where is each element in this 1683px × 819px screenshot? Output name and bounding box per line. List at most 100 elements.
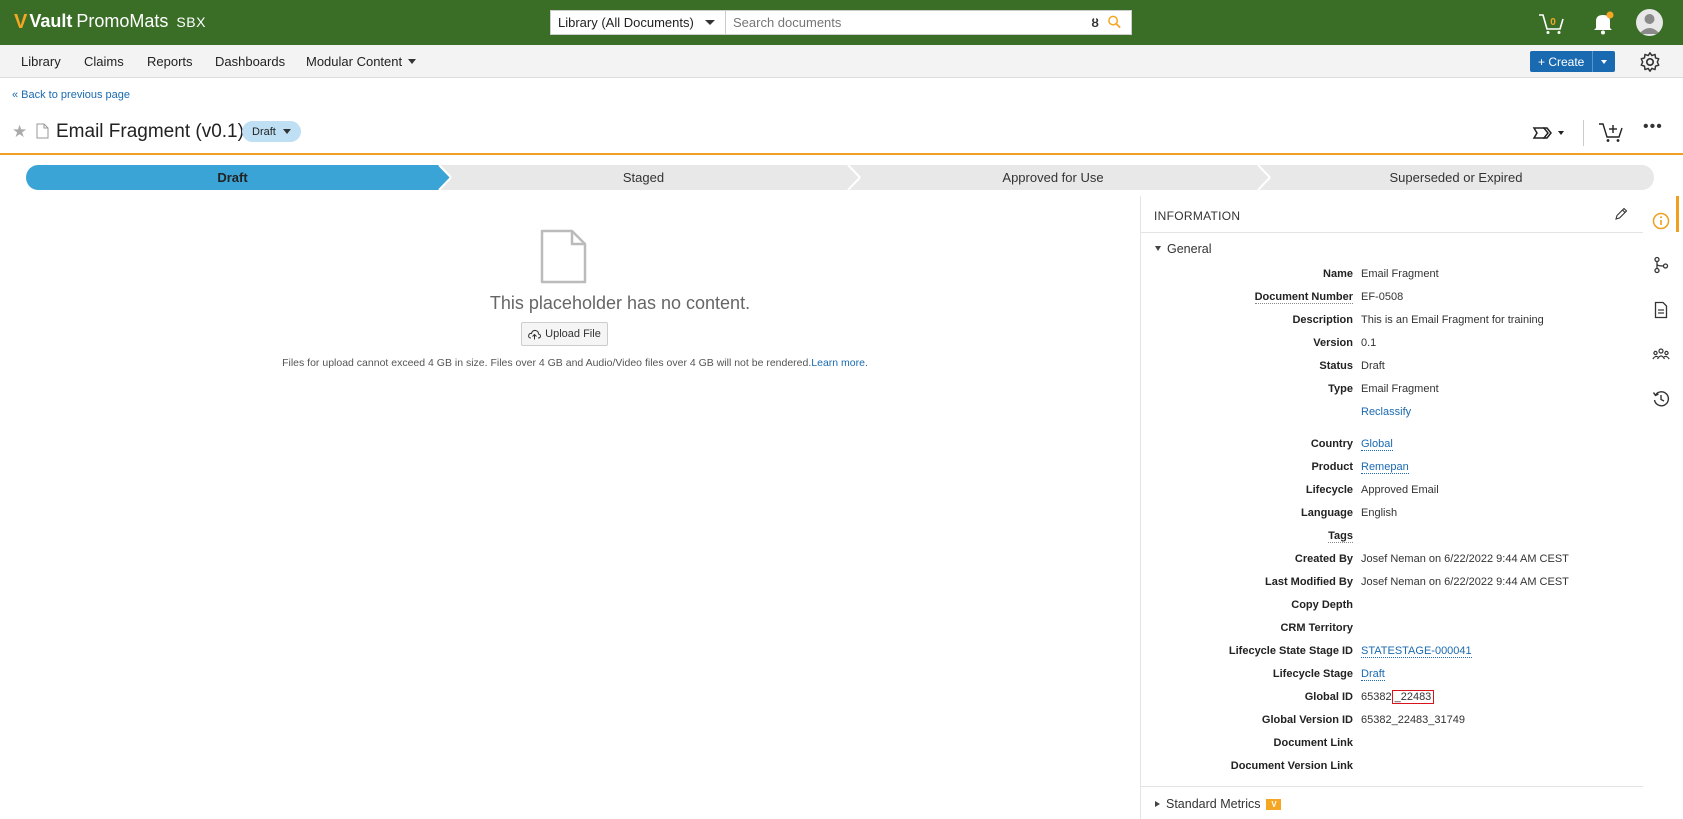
stage-superseded-or-expired: Superseded or Expired xyxy=(1389,170,1523,185)
chevron-down-icon xyxy=(705,20,715,25)
field-language: Language English xyxy=(1141,507,1643,523)
section-general-toggle[interactable]: General xyxy=(1155,242,1211,256)
field-value: Josef Neman on 6/22/2022 9:44 AM CEST xyxy=(1361,576,1569,588)
field-document-number: Document Number EF-0508 xyxy=(1141,291,1643,307)
add-to-cart-icon[interactable] xyxy=(1598,120,1624,144)
panel-title: INFORMATION xyxy=(1154,209,1241,223)
stage-approved-for-use: Approved for Use xyxy=(1002,170,1104,185)
app-logo[interactable]: V Vault PromoMats SBX xyxy=(14,11,206,32)
field-tags: Tags xyxy=(1141,530,1643,546)
field-document-version-link: Document Version Link xyxy=(1141,760,1643,776)
section-standard-metrics-toggle[interactable]: Standard Metrics V xyxy=(1155,797,1282,811)
gear-icon[interactable] xyxy=(1639,51,1661,73)
workflow-actions-icon[interactable] xyxy=(1532,124,1568,142)
upload-note: Files for upload cannot exceed 4 GB in s… xyxy=(150,357,1000,369)
field-label: Language xyxy=(1301,507,1353,519)
global-id-highlight: _22483 xyxy=(1391,690,1435,704)
field-description: Description This is an Email Fragment fo… xyxy=(1141,314,1643,330)
field-crm-territory: CRM Territory xyxy=(1141,622,1643,638)
document-icon xyxy=(36,123,49,139)
upload-file-button[interactable]: Upload File xyxy=(521,322,608,346)
upload-cloud-icon xyxy=(528,329,542,339)
create-dropdown-toggle[interactable] xyxy=(1593,59,1615,64)
rail-active-indicator xyxy=(1676,196,1679,232)
field-value: 65382_22483_31749 xyxy=(1361,714,1466,726)
field-label: Lifecycle Stage xyxy=(1272,668,1353,680)
cart-icon[interactable]: 0 xyxy=(1537,10,1565,36)
stage-staged: Staged xyxy=(622,170,665,185)
divider xyxy=(1583,120,1584,146)
field-label: Tags xyxy=(1328,530,1353,543)
nav-library[interactable]: Library xyxy=(21,54,61,69)
field-value: This is an Email Fragment for training xyxy=(1361,314,1544,326)
search-input[interactable] xyxy=(726,11,1131,34)
field-reclassify: Reclassify xyxy=(1141,406,1643,422)
history-icon[interactable] xyxy=(1652,390,1670,408)
field-name: Name Email Fragment xyxy=(1141,268,1643,284)
chevron-down-icon xyxy=(282,129,291,134)
empty-document-icon xyxy=(540,229,587,284)
search-scope-dropdown[interactable]: Library (All Documents) xyxy=(551,11,726,34)
top-bar: V Vault PromoMats SBX Library (All Docum… xyxy=(0,0,1683,45)
field-last-modified-by: Last Modified By Josef Neman on 6/22/202… xyxy=(1141,576,1643,592)
divider xyxy=(1141,786,1643,787)
field-value: Approved Email xyxy=(1361,484,1439,496)
more-actions-icon[interactable]: ••• xyxy=(1643,118,1663,136)
field-label: Description xyxy=(1292,314,1353,326)
field-label: Version xyxy=(1313,337,1353,349)
field-label: Product xyxy=(1311,461,1353,473)
star-icon[interactable]: ★ xyxy=(12,122,27,142)
nav-dashboards[interactable]: Dashboards xyxy=(215,54,285,69)
statestage-link[interactable]: STATESTAGE-000041 xyxy=(1361,645,1472,658)
product-link[interactable]: Remepan xyxy=(1361,461,1409,474)
create-button-label: + Create xyxy=(1530,51,1593,72)
field-value: 65382 _22483 xyxy=(1361,690,1435,704)
back-link[interactable]: « Back to previous page xyxy=(12,89,130,101)
reclassify-link[interactable]: Reclassify xyxy=(1361,406,1411,418)
user-avatar[interactable] xyxy=(1636,9,1663,36)
field-label: Country xyxy=(1310,438,1353,450)
nav-modular-content[interactable]: Modular Content xyxy=(306,54,417,69)
page-title: Email Fragment (v0.1) xyxy=(56,121,244,142)
field-product: Product Remepan xyxy=(1141,461,1643,477)
logo-vault-text: Vault xyxy=(29,11,73,31)
field-created-by: Created By Josef Neman on 6/22/2022 9:44… xyxy=(1141,553,1643,569)
field-value: Josef Neman on 6/22/2022 9:44 AM CEST xyxy=(1361,553,1569,565)
field-label: Created By xyxy=(1294,553,1353,565)
relationships-icon[interactable] xyxy=(1652,256,1670,274)
search-icon[interactable] xyxy=(1107,14,1122,30)
cart-count: 0 xyxy=(1550,17,1556,28)
field-document-link: Document Link xyxy=(1141,737,1643,753)
empty-message: This placeholder has no content. xyxy=(489,293,751,313)
vault-badge-icon: V xyxy=(1266,798,1282,810)
chevron-down-icon xyxy=(1601,59,1607,64)
field-value: 0.1 xyxy=(1361,337,1377,349)
chevron-down-icon xyxy=(408,59,417,64)
lifecycle-stage-link[interactable]: Draft xyxy=(1361,668,1385,681)
status-badge[interactable]: Draft xyxy=(242,121,301,142)
document-header: ★ Email Fragment (v0.1) Draft ••• xyxy=(0,112,1683,155)
binoculars-icon[interactable]: ȣ xyxy=(1091,16,1099,30)
create-button[interactable]: + Create xyxy=(1530,51,1615,72)
edit-pencil-icon[interactable] xyxy=(1614,207,1628,221)
field-copy-depth: Copy Depth xyxy=(1141,599,1643,615)
field-country: Country Global xyxy=(1141,438,1643,454)
nav-claims[interactable]: Claims xyxy=(84,54,124,69)
field-value: EF-0508 xyxy=(1361,291,1404,303)
country-link[interactable]: Global xyxy=(1361,438,1393,451)
field-label: Global ID xyxy=(1304,691,1353,703)
info-icon[interactable] xyxy=(1652,212,1670,230)
upload-note-text: Files for upload cannot exceed 4 GB in s… xyxy=(282,357,812,369)
field-lifecycle-state-stage-id: Lifecycle State Stage ID STATESTAGE-0000… xyxy=(1141,645,1643,661)
learn-more-link[interactable]: Learn more. xyxy=(811,357,868,369)
field-global-version-id: Global Version ID 65382_22483_31749 xyxy=(1141,714,1643,730)
sharing-users-icon[interactable] xyxy=(1652,346,1670,364)
bell-icon[interactable] xyxy=(1591,10,1615,36)
field-label: Global Version ID xyxy=(1261,714,1353,726)
field-label: Document Link xyxy=(1273,737,1353,749)
stage-draft: Draft xyxy=(217,170,248,185)
nav-reports[interactable]: Reports xyxy=(147,54,193,69)
search-scope-label: Library (All Documents) xyxy=(558,15,694,30)
document-details-icon[interactable] xyxy=(1652,301,1670,319)
environment-label: SBX xyxy=(176,13,206,30)
